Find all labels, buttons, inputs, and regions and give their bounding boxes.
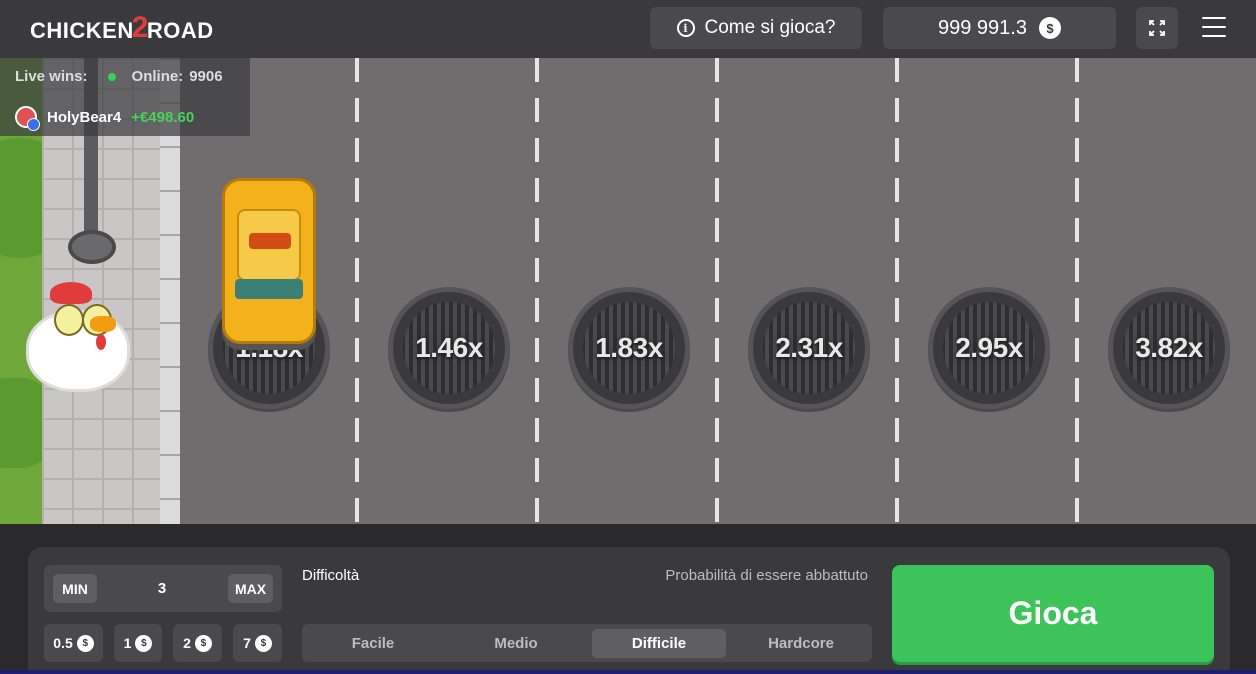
top-bar: CHICKEN 2 ROAD i Come si gioca? 999 991.… [0,0,1256,58]
chip-value: 7 [243,635,251,651]
online-status-dot [107,72,116,81]
lane-divider [535,58,539,524]
multiplier-label: 2.95x [955,332,1023,363]
dollar-coin-icon: $ [76,634,94,652]
difficulty-label: Difficoltà [302,567,360,584]
how-to-play-label: Come si gioca? [704,17,836,38]
play-button[interactable]: Gioca [892,565,1214,662]
fullscreen-icon [1149,20,1165,36]
difficulty-option-hardcore[interactable]: Hardcore [734,629,868,658]
avatar [15,106,40,131]
lane-divider [715,58,719,524]
lane-divider [355,58,359,524]
min-bet-button[interactable]: MIN [53,574,97,603]
chip-value: 1 [123,635,132,651]
bet-chip-1[interactable]: 1 $ [114,624,162,662]
fullscreen-button[interactable] [1136,7,1178,49]
bet-chip-7[interactable]: 7 $ [233,624,282,662]
dollar-coin-icon: $ [254,634,272,652]
logo-text-right: ROAD [146,18,214,43]
info-icon: i [676,19,695,37]
max-bet-button[interactable]: MAX [228,574,273,603]
online-label: Online: [131,68,184,85]
online-count: 9906 [189,68,223,85]
lane-divider [1075,58,1079,524]
live-win-entry: HolyBear4 +€498.60 [15,106,195,131]
multiplier-label: 2.31x [775,332,843,363]
street-lamp-base [68,230,116,264]
chip-value: 2 [183,635,191,651]
logo-text-left: CHICKEN [30,18,134,43]
bet-amount-input[interactable]: 3 [100,580,224,597]
bottom-border [0,670,1256,674]
difficulty-option-facile[interactable]: Facile [306,629,440,658]
live-wins-label: Live wins: [15,68,88,85]
manhole-lane-4[interactable]: 2.31x [748,287,870,409]
balance-value: 999 991.3 [938,16,1027,39]
bet-chip-2[interactable]: 2 $ [173,624,222,662]
multiplier-label: 3.82x [1135,332,1203,363]
manhole-lane-6[interactable]: 3.82x [1108,287,1230,409]
chicken-character [26,282,132,392]
logo: CHICKEN 2 ROAD [30,11,214,48]
dollar-coin-icon: $ [135,634,153,652]
win-amount: +€498.60 [131,108,195,126]
logo-text-number: 2 [131,11,149,44]
winner-name: HolyBear4 [47,108,122,126]
difficulty-option-difficile[interactable]: Difficile [592,629,726,658]
manhole-lane-2[interactable]: 1.46x [388,287,510,409]
taxi-car [222,178,316,344]
probability-label: Probabilità di essere abbattuto [665,567,868,584]
chip-value: 0.5 [53,635,73,651]
multiplier-label: 1.46x [415,332,483,363]
multiplier-label: 1.83x [595,332,663,363]
lane-divider [895,58,899,524]
dollar-coin-icon: $ [1038,17,1061,39]
manhole-lane-3[interactable]: 1.83x [568,287,690,409]
hamburger-menu-icon[interactable] [1202,17,1226,37]
live-wins-panel: Live wins: Online: 9906 HolyBear4 +€498.… [0,58,250,136]
bet-chip-0-5[interactable]: 0.5 $ [44,624,103,662]
manhole-lane-5[interactable]: 2.95x [928,287,1050,409]
how-to-play-button[interactable]: i Come si gioca? [650,7,862,49]
difficulty-option-medio[interactable]: Medio [449,629,583,658]
balance-display: 999 991.3 $ [883,7,1116,49]
game-screen: CHICKEN 2 ROAD i Come si gioca? 999 991.… [0,0,1256,674]
dollar-coin-icon: $ [194,634,212,652]
